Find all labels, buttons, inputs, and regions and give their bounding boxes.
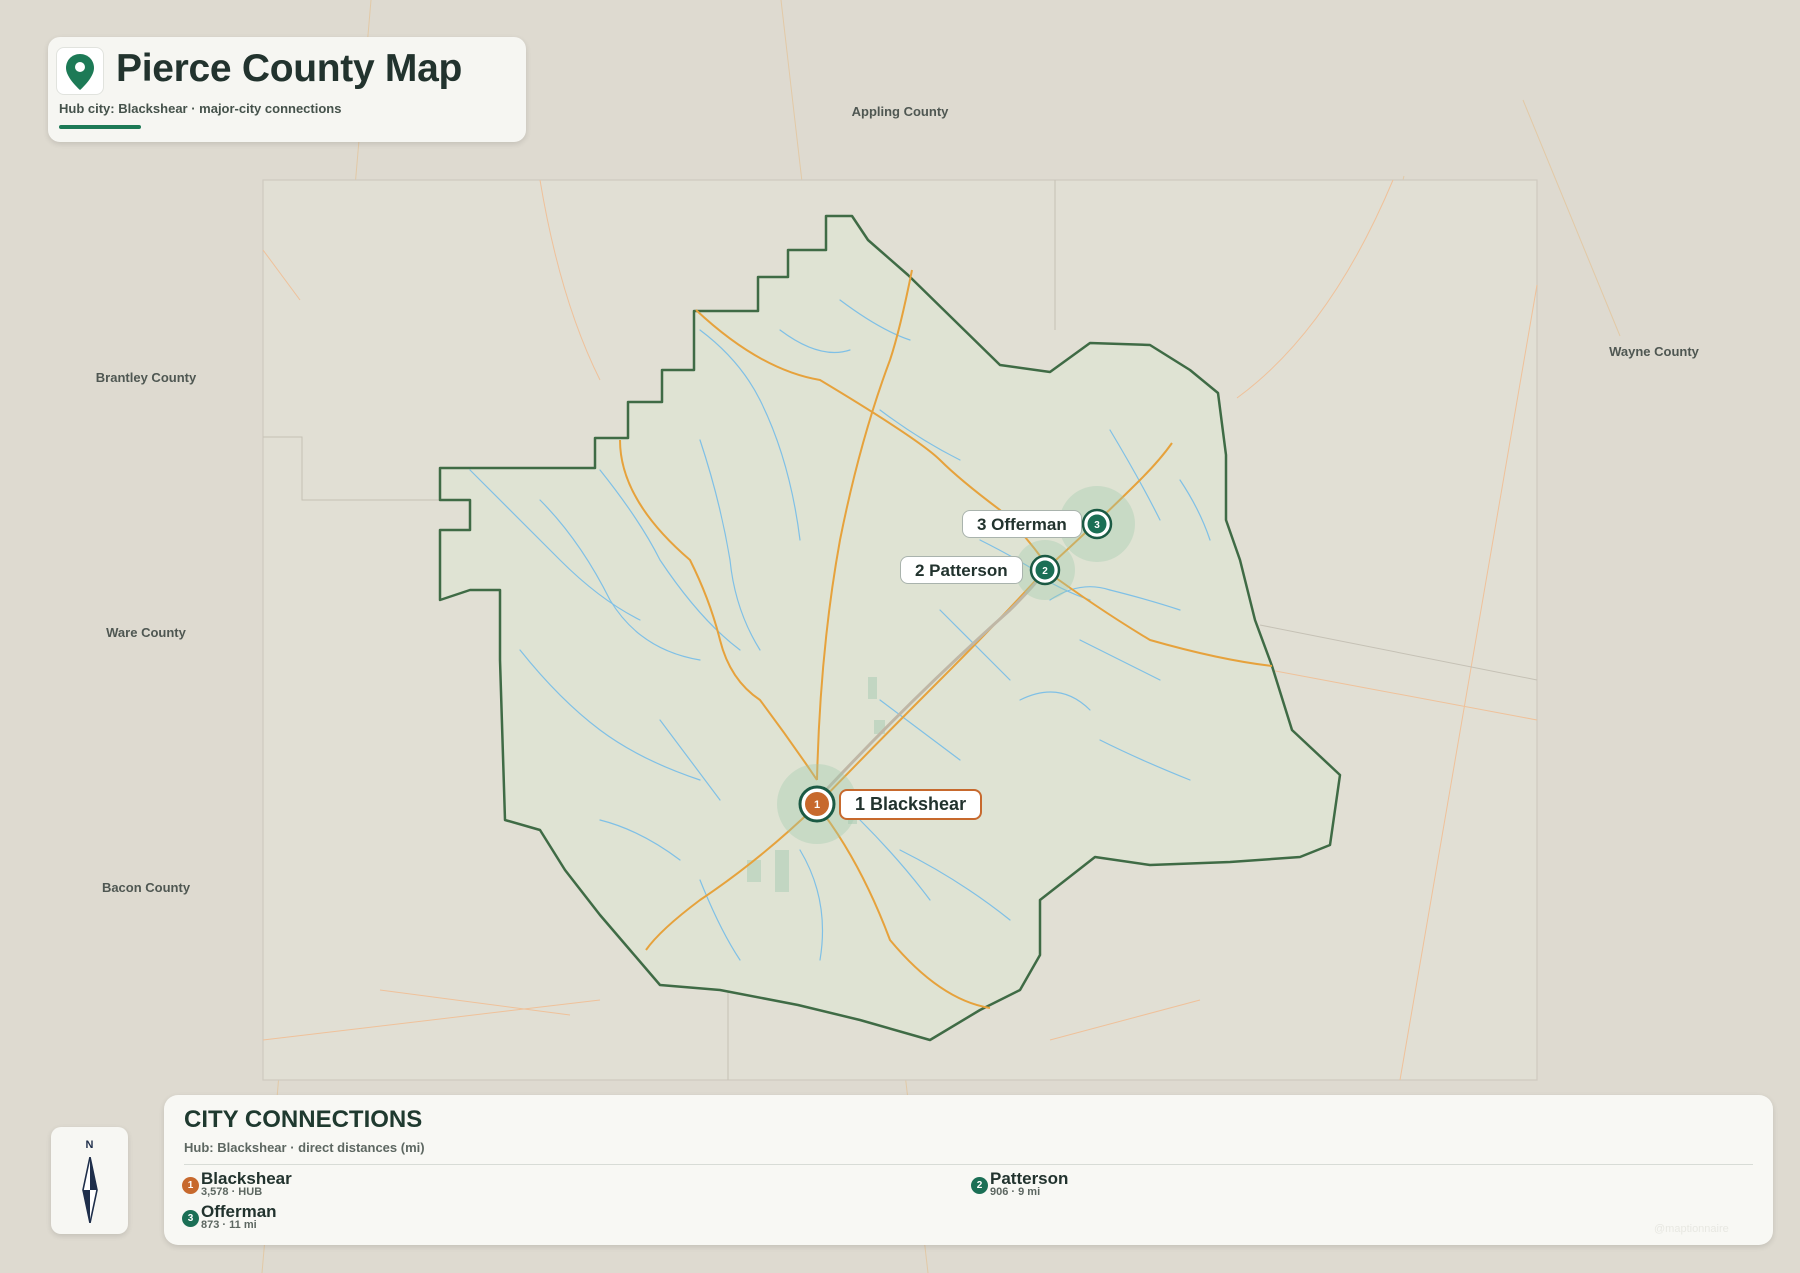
compass-arrow-icon bbox=[82, 1157, 98, 1223]
city-label-patterson[interactable]: 2 Patterson bbox=[900, 556, 1023, 584]
panel-title: CITY CONNECTIONS bbox=[184, 1106, 423, 1133]
panel-divider bbox=[184, 1164, 1753, 1165]
county-map[interactable]: 3 2 1 bbox=[0, 0, 1800, 1273]
city-label-blackshear[interactable]: 1 Blackshear bbox=[839, 789, 983, 820]
city-label-offerman[interactable]: 3 Offerman bbox=[962, 510, 1082, 538]
north-compass: N bbox=[51, 1127, 128, 1234]
panel-subtitle: Hub: Blackshear · direct distances (mi) bbox=[184, 1140, 425, 1155]
compass-north-label: N bbox=[85, 1139, 94, 1151]
city-entry-detail: 906 · 9 mi bbox=[990, 1186, 1041, 1198]
page-title: Pierce County Map bbox=[116, 47, 462, 90]
neighbor-label-wayne: Wayne County bbox=[1609, 344, 1699, 359]
city-connections-panel: CITY CONNECTIONS Hub: Blackshear · direc… bbox=[164, 1095, 1773, 1245]
neighbor-label-appling: Appling County bbox=[851, 104, 949, 119]
neighbor-label-brantley: Brantley County bbox=[95, 370, 197, 385]
city-badge-2: 2 bbox=[971, 1177, 988, 1194]
title-accent-bar bbox=[59, 125, 141, 129]
city-badge-3: 3 bbox=[182, 1210, 199, 1227]
city-marker-blackshear[interactable]: 1 bbox=[798, 785, 836, 823]
city-marker-patterson[interactable]: 2 bbox=[1029, 554, 1061, 586]
page-subtitle: Hub city: Blackshear · major-city connec… bbox=[59, 101, 342, 116]
city-marker-num-3: 3 bbox=[1094, 520, 1100, 531]
city-marker-num-2: 2 bbox=[1042, 566, 1048, 577]
neighbor-label-bacon: Bacon County bbox=[101, 880, 191, 895]
city-entry-detail: 3,578 · HUB bbox=[201, 1186, 263, 1198]
neighbor-label-ware: Ware County bbox=[106, 625, 186, 640]
map-pin-icon bbox=[56, 47, 104, 95]
watermark: @maptionnaire bbox=[1654, 1223, 1729, 1235]
city-marker-num-1: 1 bbox=[814, 799, 820, 811]
city-entry-detail: 873 · 11 mi bbox=[201, 1219, 257, 1231]
city-marker-offerman[interactable]: 3 bbox=[1081, 508, 1113, 540]
city-badge-1: 1 bbox=[182, 1177, 199, 1194]
title-card: Pierce County Map Hub city: Blackshear ·… bbox=[48, 37, 526, 142]
